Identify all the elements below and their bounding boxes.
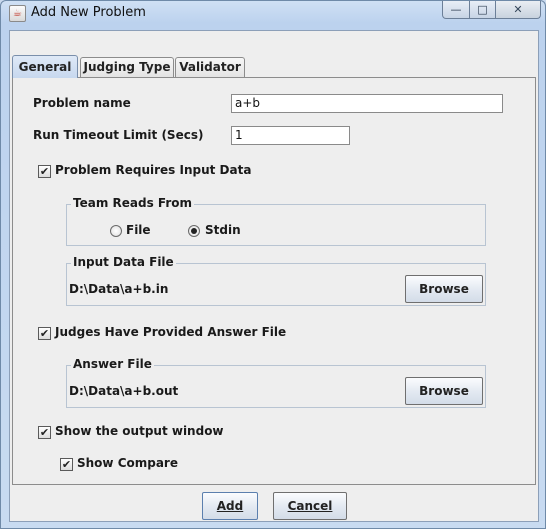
dialog-window: ☕ Add New Problem — □ ✕ General Judging … bbox=[0, 0, 546, 529]
add-button[interactable]: Add bbox=[202, 492, 258, 520]
problem-name-input[interactable]: a+b bbox=[231, 94, 503, 113]
maximize-button[interactable]: □ bbox=[470, 1, 496, 19]
input-data-file-group: Input Data File D:\Data\a+b.in Browse bbox=[66, 255, 486, 306]
answer-file-title: Answer File bbox=[71, 357, 154, 371]
minimize-button[interactable]: — bbox=[442, 1, 470, 19]
team-reads-from-group: Team Reads From File Stdin bbox=[66, 196, 486, 246]
radio-stdin[interactable] bbox=[188, 225, 200, 237]
general-tab-panel: Problem name a+b Run Timeout Limit (Secs… bbox=[12, 77, 536, 485]
show-output-checkbox[interactable]: ✔ bbox=[38, 426, 51, 439]
title-bar[interactable]: ☕ Add New Problem — □ ✕ bbox=[1, 1, 546, 25]
answer-file-path: D:\Data\a+b.out bbox=[69, 384, 179, 398]
requires-input-checkbox[interactable]: ✔ bbox=[38, 165, 51, 178]
judges-answer-label: Judges Have Provided Answer File bbox=[55, 325, 287, 339]
show-compare-label: Show Compare bbox=[77, 456, 178, 470]
input-data-file-path: D:\Data\a+b.in bbox=[69, 282, 169, 296]
window-title: Add New Problem bbox=[31, 5, 146, 20]
answer-file-browse-button[interactable]: Browse bbox=[405, 377, 483, 405]
judges-answer-checkbox[interactable]: ✔ bbox=[38, 327, 51, 340]
dialog-button-bar: Add Cancel bbox=[10, 486, 538, 522]
problem-name-label: Problem name bbox=[33, 96, 131, 110]
answer-file-group: Answer File D:\Data\a+b.out Browse bbox=[66, 357, 486, 408]
cancel-button[interactable]: Cancel bbox=[273, 492, 347, 520]
team-reads-from-title: Team Reads From bbox=[71, 196, 194, 210]
dialog-client-area: General Judging Type Validator Problem n… bbox=[9, 30, 539, 522]
window-controls: — □ ✕ bbox=[442, 1, 541, 19]
timeout-input[interactable]: 1 bbox=[231, 126, 350, 145]
timeout-label: Run Timeout Limit (Secs) bbox=[33, 128, 204, 142]
radio-file-label: File bbox=[126, 223, 151, 237]
radio-stdin-label: Stdin bbox=[205, 223, 241, 237]
java-cup-icon: ☕ bbox=[9, 5, 26, 22]
show-compare-checkbox[interactable]: ✔ bbox=[60, 458, 73, 471]
tab-validator[interactable]: Validator bbox=[175, 57, 245, 77]
radio-file[interactable] bbox=[110, 225, 122, 237]
input-file-browse-button[interactable]: Browse bbox=[405, 275, 483, 303]
close-button[interactable]: ✕ bbox=[496, 1, 541, 19]
show-output-label: Show the output window bbox=[55, 424, 224, 438]
tab-general[interactable]: General bbox=[12, 55, 78, 78]
tab-judging-type[interactable]: Judging Type bbox=[80, 57, 174, 77]
input-data-file-title: Input Data File bbox=[71, 255, 176, 269]
requires-input-label: Problem Requires Input Data bbox=[55, 163, 252, 177]
